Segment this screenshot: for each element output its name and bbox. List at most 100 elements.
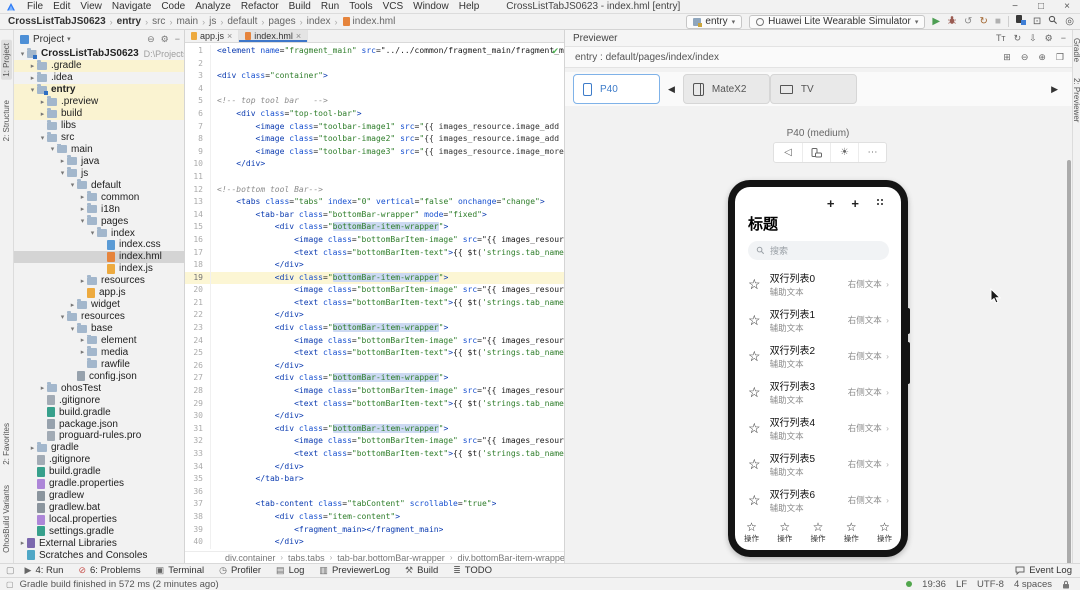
encoding-indicator[interactable]: UTF-8 (977, 579, 1004, 590)
tree-item-external-libraries[interactable]: ▸External Libraries (14, 537, 184, 549)
bottom-tab-0[interactable]: ☆操作 (744, 521, 759, 543)
profile-icon[interactable]: ◎ (1065, 16, 1074, 27)
menu-tools[interactable]: Tools (344, 1, 377, 12)
tree-item-gitignore[interactable]: .gitignore (14, 454, 184, 466)
list-item-1[interactable]: ☆双行列表1辅助文本右侧文本 › (748, 302, 889, 338)
tree-item-resources[interactable]: ▾resources (14, 311, 184, 323)
list-item-2[interactable]: ☆双行列表2辅助文本右侧文本 › (748, 338, 889, 374)
tree-item-i18n[interactable]: ▸i18n (14, 203, 184, 215)
tree-item-element[interactable]: ▸element (14, 335, 184, 347)
tree-item-build-gradle[interactable]: build.gradle (14, 466, 184, 478)
toolwindow-previewerlog[interactable]: ▥PreviewerLog (319, 565, 390, 576)
export-icon[interactable]: ⇩ (1029, 33, 1037, 44)
maximize-button[interactable] (1028, 1, 1054, 12)
settings-icon[interactable]: ⚙ (1045, 33, 1053, 44)
menu-refactor[interactable]: Refactor (236, 1, 284, 12)
crumb-index-hml[interactable]: index.hml (353, 16, 396, 27)
tool-button-1-project[interactable]: 1: Project (1, 40, 12, 80)
bottom-tab-2[interactable]: ☆操作 (811, 521, 826, 543)
tree-item-build-gradle[interactable]: build.gradle (14, 406, 184, 418)
toolwindow-6-problems[interactable]: ⊘6: Problems (78, 565, 140, 576)
back-icon[interactable]: ◁ (774, 143, 802, 162)
tree-item-src[interactable]: ▾src (14, 132, 184, 144)
tree-item-libs[interactable]: libs (14, 120, 184, 132)
crumb-main[interactable]: main (176, 16, 198, 27)
tree-item-default[interactable]: ▾default (14, 179, 184, 191)
tree-item-common[interactable]: ▸common (14, 191, 184, 203)
tree-item-js[interactable]: ▾js (14, 167, 184, 179)
tree-item-gradle[interactable]: ▸.gradle (14, 60, 184, 72)
tree-item-app-js[interactable]: app.js (14, 287, 184, 299)
minimize-button[interactable] (1002, 1, 1028, 12)
tool-window-switcher-icon[interactable]: ▢ (6, 565, 15, 576)
tree-item-local-properties[interactable]: local.properties (14, 514, 184, 526)
zoom-in-icon[interactable]: ⊕ (1038, 52, 1046, 63)
bottom-tab-3[interactable]: ☆操作 (844, 521, 859, 543)
device-manager-icon[interactable] (1016, 15, 1026, 28)
stop-icon[interactable]: ■ (995, 16, 1001, 27)
tree-item-rawfile[interactable]: rawfile (14, 358, 184, 370)
crumb-src[interactable]: src (152, 16, 165, 27)
tree-item-crosslisttabjs0623[interactable]: ▾CrossListTabJS0623D:\Projects\Temp\Cro (14, 48, 184, 60)
tree-item-config-json[interactable]: config.json (14, 370, 184, 382)
tree-item-entry[interactable]: ▾entry (14, 84, 184, 96)
menu-run[interactable]: Run (316, 1, 344, 12)
tree-item-media[interactable]: ▸media (14, 346, 184, 358)
menu-build[interactable]: Build (284, 1, 316, 12)
brightness-icon[interactable]: ☀ (830, 143, 858, 162)
device-selector[interactable]: Huawei Lite Wearable Simulator▾ (749, 15, 925, 29)
toolwindow-todo[interactable]: ≣TODO (453, 565, 492, 576)
tree-item-gradle-properties[interactable]: gradle.properties (14, 478, 184, 490)
tree-item-resources[interactable]: ▸resources (14, 275, 184, 287)
toolwindow-log[interactable]: ▤Log (276, 565, 304, 576)
device-card-p40[interactable]: P40 (573, 74, 660, 104)
tree-item-index[interactable]: ▾index (14, 227, 184, 239)
tree-item-java[interactable]: ▸java (14, 155, 184, 167)
add-icon[interactable]: + (851, 198, 859, 209)
tool-button-ohosbuild-variants[interactable]: OhosBuild Variants (2, 485, 11, 553)
tree-item-index-css[interactable]: index.css (14, 239, 184, 251)
close-icon[interactable] (296, 31, 301, 41)
hide-panel-icon[interactable]: − (175, 34, 180, 45)
close-icon[interactable] (227, 31, 232, 41)
editor-tab-app-js[interactable]: app.js (185, 30, 239, 42)
device-card-tv[interactable]: TV (770, 74, 857, 104)
tree-item-idea[interactable]: ▸.idea (14, 72, 184, 84)
run-icon[interactable]: ▶ (932, 16, 940, 27)
font-size-icon[interactable]: Tᴛ (996, 33, 1006, 43)
bottom-tab-4[interactable]: ☆操作 (877, 521, 892, 543)
search-everywhere-icon[interactable] (1048, 15, 1058, 28)
tool-button-gradle[interactable]: Gradle (1072, 38, 1080, 62)
indent-indicator[interactable]: 4 spaces (1014, 579, 1052, 590)
line-separator-indicator[interactable]: LF (956, 579, 967, 590)
phone-search-bar[interactable]: 搜索 (748, 241, 889, 260)
debug-icon[interactable] (947, 15, 957, 28)
tree-item-gradlew[interactable]: gradlew (14, 490, 184, 502)
tree-item-ohostest[interactable]: ▸ohosTest (14, 382, 184, 394)
editor-crumb-tab-bar-bottombar-wrapper[interactable]: tab-bar.bottomBar-wrapper (337, 553, 445, 563)
editor-crumb-tabs-tabs[interactable]: tabs.tabs (288, 553, 325, 563)
menu-vcs[interactable]: VCS (378, 1, 409, 12)
toolwindow-terminal[interactable]: ▣Terminal (156, 565, 204, 576)
tree-item-pages[interactable]: ▾pages (14, 215, 184, 227)
hot-reload-icon[interactable]: ↻ (979, 16, 987, 27)
next-device-arrow[interactable]: ▶ (1051, 84, 1058, 95)
sdk-manager-icon[interactable]: ⊡ (1033, 16, 1041, 27)
tree-item-settings-gradle[interactable]: settings.gradle (14, 526, 184, 538)
attach-debugger-icon[interactable]: ↺ (964, 16, 972, 27)
list-item-6[interactable]: ☆双行列表6辅助文本右侧文本 › (748, 482, 889, 518)
code-area[interactable]: 1<element name="fragment_main" src="../.… (185, 43, 564, 551)
multi-profile-icon[interactable]: ⊞ (1003, 52, 1011, 63)
close-button[interactable] (1054, 1, 1080, 12)
menu-help[interactable]: Help (454, 1, 485, 12)
tool-button-2-previewer[interactable]: 2: Previewer (1072, 78, 1080, 122)
tree-item-gradlew-bat[interactable]: gradlew.bat (14, 502, 184, 514)
tree-item-main[interactable]: ▾main (14, 144, 184, 156)
menu-analyze[interactable]: Analyze (190, 1, 236, 12)
list-item-3[interactable]: ☆双行列表3辅助文本右侧文本 › (748, 374, 889, 410)
toolwindow-profiler[interactable]: ◷Profiler (219, 565, 261, 576)
more-grid-icon[interactable] (876, 198, 884, 209)
list-item-4[interactable]: ☆双行列表4辅助文本右侧文本 › (748, 410, 889, 446)
menu-view[interactable]: View (75, 1, 107, 12)
tree-item-index-hml[interactable]: index.hml (14, 251, 184, 263)
